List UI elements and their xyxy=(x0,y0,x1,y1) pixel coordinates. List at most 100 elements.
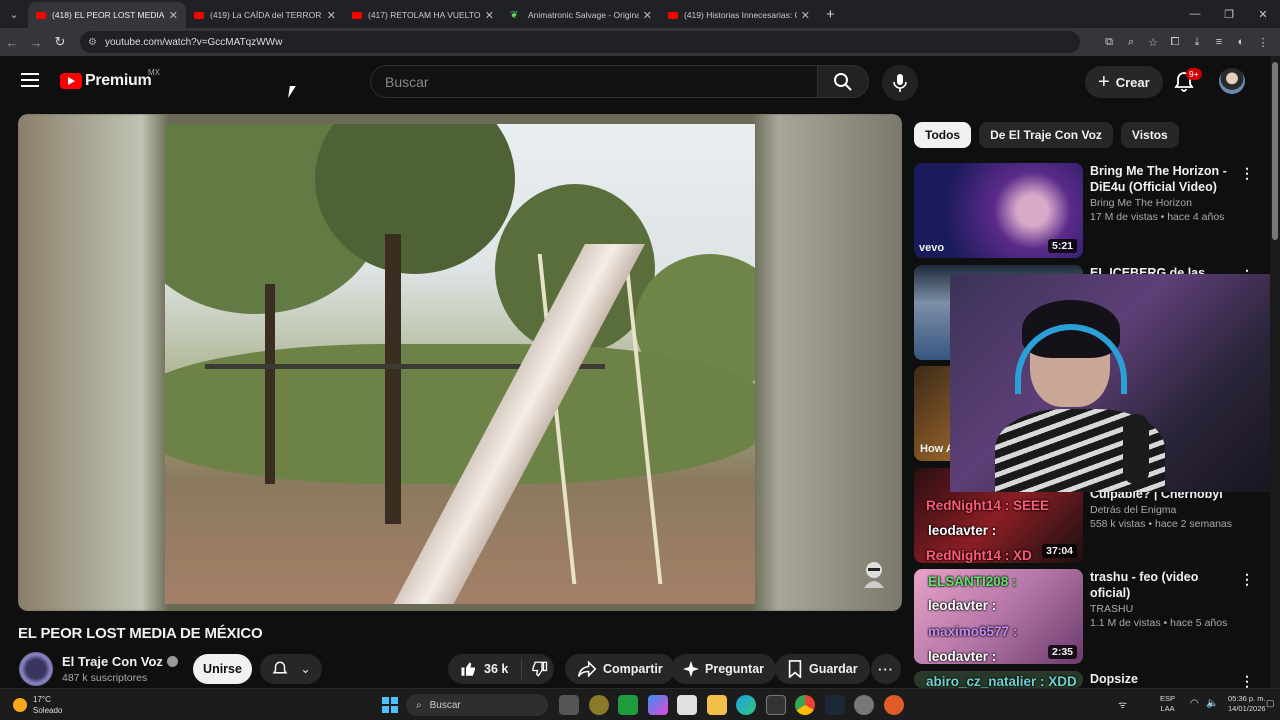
back-icon[interactable]: ← xyxy=(0,35,24,50)
store-icon[interactable] xyxy=(677,695,697,715)
browser-tab-4[interactable]: ❦ Animatronic Salvage - Original ✕ xyxy=(502,2,660,28)
task-view-icon[interactable] xyxy=(559,695,579,715)
notification-center-icon[interactable]: ▢ xyxy=(1266,698,1275,709)
app-icon[interactable] xyxy=(618,695,638,715)
close-window-icon[interactable]: ✕ xyxy=(1246,0,1280,28)
recommendation-meta: 558 k vistas • hace 2 semanas xyxy=(1090,518,1233,530)
chip-channel[interactable]: De El Traje Con Voz xyxy=(979,122,1113,148)
youtube-premium-logo[interactable]: Premium MX xyxy=(60,68,160,90)
maximize-icon[interactable]: ❐ xyxy=(1212,0,1246,28)
create-label: Crear xyxy=(1115,74,1150,90)
voice-search-button[interactable] xyxy=(882,65,918,101)
reading-list-icon[interactable]: ≡ xyxy=(1208,36,1230,49)
account-avatar[interactable] xyxy=(1219,68,1245,94)
copilot-icon[interactable] xyxy=(647,695,668,715)
browser-menu-icon[interactable]: ⋮ xyxy=(1252,36,1274,49)
recommendation-channel: Bring Me The Horizon xyxy=(1090,197,1192,209)
search-icon: ⌕ xyxy=(416,699,422,711)
taskbar-search[interactable]: ⌕ Buscar xyxy=(406,694,548,716)
weather-widget[interactable]: 17°C Soleado xyxy=(33,694,62,716)
bookmark-icon xyxy=(788,660,802,678)
reload-icon[interactable]: ↻ xyxy=(48,34,72,50)
more-options-icon[interactable]: ⋮ xyxy=(1240,673,1254,688)
steam-icon[interactable] xyxy=(824,695,845,715)
network-icon[interactable]: ᯤ xyxy=(1118,697,1127,711)
more-options-icon[interactable]: ⋮ xyxy=(1240,165,1254,182)
app-icon[interactable] xyxy=(588,695,609,715)
clock[interactable]: 05:36 p. m. 14/01/2026 xyxy=(1228,694,1266,714)
volume-icon[interactable]: 🔈 xyxy=(1206,698,1218,709)
temperature: 17°C xyxy=(33,695,51,704)
ask-label: Preguntar xyxy=(705,662,765,676)
input-language[interactable]: ESP LAA xyxy=(1160,694,1175,714)
bookmark-star-icon[interactable]: ☆ xyxy=(1142,36,1164,49)
dislike-button[interactable] xyxy=(522,660,554,678)
close-tab-icon[interactable]: ✕ xyxy=(485,9,494,22)
channel-avatar[interactable] xyxy=(19,652,53,686)
youtube-icon xyxy=(668,11,678,19)
notification-count-badge: 9+ xyxy=(1186,68,1202,80)
zoom-icon[interactable]: ⌕ xyxy=(1120,36,1142,49)
windows-start-icon[interactable] xyxy=(382,697,398,713)
share-button[interactable]: Compartir xyxy=(565,654,675,684)
tab-search-button[interactable]: ⌄ xyxy=(2,3,26,25)
chrome-icon[interactable] xyxy=(795,695,815,715)
install-app-icon[interactable]: ⧉ xyxy=(1098,36,1120,49)
wifi-icon[interactable]: ◠ xyxy=(1190,698,1199,709)
edge-icon[interactable] xyxy=(736,695,756,715)
browser-tab-1[interactable]: (418) EL PEOR LOST MEDIA DE ✕ xyxy=(28,2,186,28)
new-tab-button[interactable]: + xyxy=(826,6,835,23)
microphone xyxy=(1123,414,1149,484)
duration-badge: 5:21 xyxy=(1047,239,1077,253)
app-icon[interactable] xyxy=(854,695,874,715)
forward-icon[interactable]: → xyxy=(24,35,48,50)
channel-name[interactable]: El Traje Con Voz xyxy=(62,654,178,669)
chip-todos[interactable]: Todos xyxy=(914,122,972,148)
subscription-bell-button[interactable]: ⌄ xyxy=(260,654,322,684)
channel-watermark-icon[interactable] xyxy=(858,558,890,590)
create-button[interactable]: + Crear xyxy=(1085,66,1163,98)
app-icon[interactable] xyxy=(883,695,904,715)
search-input[interactable]: Buscar xyxy=(370,65,818,98)
download-icon[interactable]: ⤓ xyxy=(1186,36,1208,49)
video-player[interactable] xyxy=(18,114,902,611)
like-button[interactable]: 36 k xyxy=(448,659,522,679)
profile-icon[interactable]: ◐ xyxy=(1230,36,1252,49)
chip-vistos[interactable]: Vistos xyxy=(1120,122,1179,148)
recommendation-item[interactable]: vevo 5:21 Bring Me The Horizon - DiE4u (… xyxy=(914,163,1264,259)
tab-title: (419) Historias Innecesarias: Ca xyxy=(684,10,797,20)
chat-message: maximo6577 : xyxy=(928,624,1018,639)
more-options-icon[interactable]: ⋮ xyxy=(1240,571,1254,588)
browser-tab-3[interactable]: (417) RETOLAM HA VUELTO... 💀 ✕ xyxy=(344,2,502,28)
close-tab-icon[interactable]: ✕ xyxy=(801,9,810,22)
recommendation-channel: Detrás del Enigma xyxy=(1090,504,1177,516)
time: 05:36 p. m. xyxy=(1228,694,1266,703)
more-actions-icon[interactable]: ··· xyxy=(871,654,901,684)
video-thumbnail[interactable]: vevo 5:21 xyxy=(914,163,1083,258)
chat-message: leodavter : xyxy=(928,523,997,538)
close-tab-icon[interactable]: ✕ xyxy=(169,9,178,22)
page-scrollbar[interactable] xyxy=(1270,56,1280,688)
chat-message: ELSANTI208 : xyxy=(928,574,1017,589)
minimize-icon[interactable]: — xyxy=(1178,0,1212,28)
save-button[interactable]: Guardar xyxy=(775,654,870,684)
menu-icon[interactable] xyxy=(21,73,39,87)
extensions-icon[interactable]: ⧠ xyxy=(1164,36,1186,49)
app-icon[interactable] xyxy=(765,695,786,715)
video-title: EL PEOR LOST MEDIA DE MÉXICO xyxy=(18,625,263,642)
join-button[interactable]: Unirse xyxy=(193,654,252,684)
search-button[interactable] xyxy=(817,65,869,98)
bell-icon xyxy=(273,661,288,674)
ask-button[interactable]: Preguntar xyxy=(671,654,777,684)
close-tab-icon[interactable]: ✕ xyxy=(327,9,336,22)
close-tab-icon[interactable]: ✕ xyxy=(643,9,652,22)
vevo-label: vevo xyxy=(919,242,945,254)
url-text: youtube.com/watch?v=GccMATqzWWw xyxy=(104,36,283,48)
browser-tab-5[interactable]: (419) Historias Innecesarias: Ca ✕ xyxy=(660,2,818,28)
file-explorer-icon[interactable] xyxy=(706,695,727,715)
video-frame xyxy=(165,124,755,604)
url-field[interactable]: ⚙ youtube.com/watch?v=GccMATqzWWw xyxy=(80,31,1080,53)
recommendation-title: Dopsize xyxy=(1090,672,1138,686)
browser-tab-2[interactable]: (419) La CAÍDA del TERROR en ✕ xyxy=(186,2,344,28)
site-info-icon[interactable]: ⚙ xyxy=(88,37,97,48)
